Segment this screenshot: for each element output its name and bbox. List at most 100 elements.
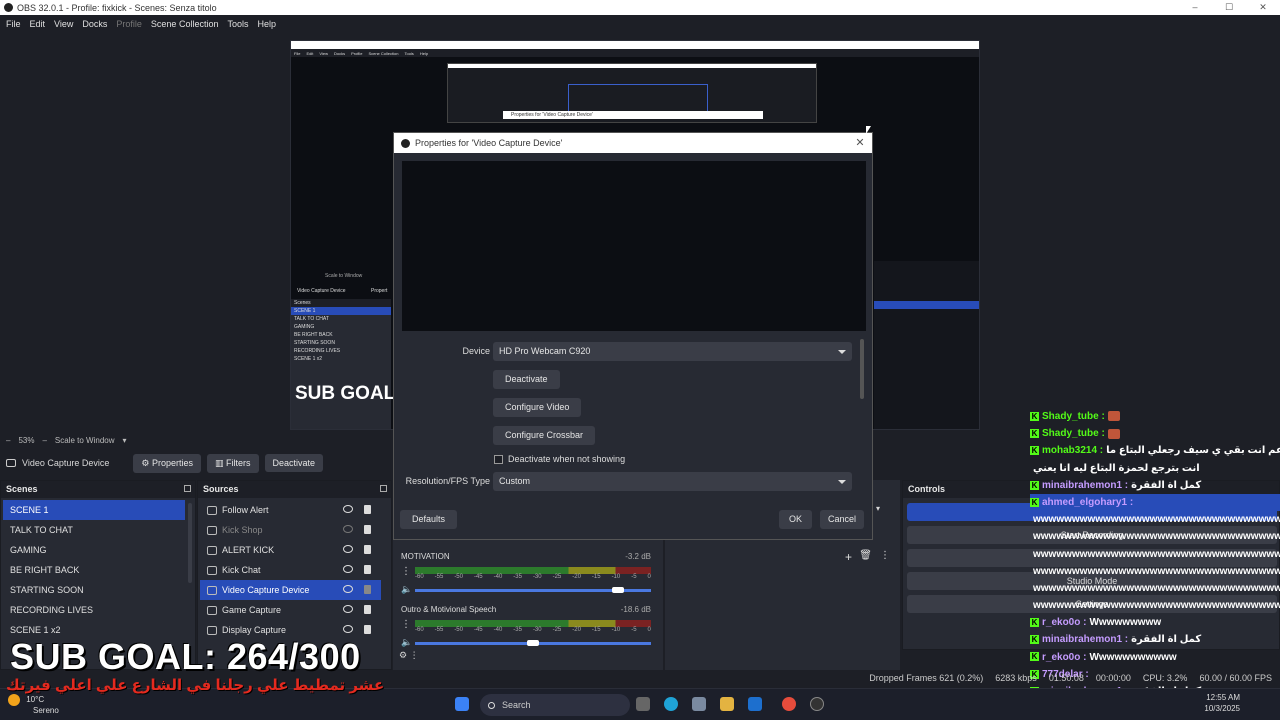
eye-icon[interactable] <box>343 605 353 613</box>
task-view-icon[interactable] <box>636 697 650 711</box>
meter-ticks: -60 -55 -50 -45 -40 -35 -30 -25 -20 -15 -10 -5 0 <box>415 574 651 580</box>
deactivate-button[interactable]: Deactivate <box>493 370 560 389</box>
maximize-button[interactable]: ☐ <box>1212 0 1246 15</box>
menu-tools[interactable]: Tools <box>227 19 248 29</box>
ok-button[interactable]: OK <box>779 510 813 529</box>
deactivate-when-hidden-checkbox[interactable]: Deactivate when not showing <box>494 454 625 465</box>
gear-icon <box>207 506 217 516</box>
volume-slider-knob[interactable] <box>612 587 625 593</box>
source-item[interactable]: Video Capture Device <box>200 580 381 600</box>
meter-ticks: -60 -55 -50 -45 -40 -35 -30 -25 -20 -15 -10 -5 0 <box>415 627 651 633</box>
scenes-scrollbar[interactable] <box>188 503 192 583</box>
lock-icon[interactable] <box>364 545 371 554</box>
eye-icon[interactable] <box>343 545 353 553</box>
dialog-title: Properties for 'Video Capture Device' <box>415 138 563 148</box>
lock-icon[interactable] <box>364 565 371 574</box>
eye-icon[interactable] <box>343 585 353 593</box>
trash-icon[interactable]: 🗑 <box>859 550 872 561</box>
mini-menu: File Edit View Docks Profile Scene Colle… <box>291 49 979 57</box>
chat-username: r_eko0o : <box>1042 617 1087 629</box>
gamepad-icon <box>207 606 217 616</box>
deactivate-source-button[interactable]: Deactivate <box>264 454 324 472</box>
filters-button[interactable]: ▥ Filters <box>207 453 259 473</box>
volume-slider-knob[interactable] <box>527 640 539 646</box>
source-item[interactable]: Game Capture <box>200 600 381 620</box>
zoom-mode[interactable]: Scale to Window <box>55 436 115 445</box>
kebab-menu-icon[interactable]: ⋮ <box>401 566 411 577</box>
source-item[interactable]: Follow Alert <box>200 500 381 520</box>
weather-widget[interactable]: 10°C Sereno <box>8 694 59 715</box>
scene-item[interactable]: TALK TO CHAT <box>3 520 185 540</box>
dialog-scrollbar[interactable] <box>860 339 864 399</box>
menu-help[interactable]: Help <box>257 19 276 29</box>
scene-item[interactable]: BE RIGHT BACK <box>3 560 185 580</box>
menu-profile[interactable]: Profile <box>116 19 142 29</box>
defaults-button[interactable]: Defaults <box>400 510 458 529</box>
chat-text: wwwwwwwwwwwwwwwwwwwwwwwwwwwwwwww <box>1033 531 1280 543</box>
gear-icon <box>207 546 217 556</box>
scene-item[interactable]: GAMING <box>3 540 185 560</box>
eye-icon[interactable] <box>343 625 353 633</box>
speaker-icon[interactable]: 🔈 <box>401 584 412 595</box>
taskbar-clock[interactable]: 12:55 AM 10/3/2025 <box>1204 692 1240 714</box>
add-icon[interactable]: + <box>845 550 852 564</box>
source-item[interactable]: ALERT KICK <box>200 540 381 560</box>
chat-message: wwwwwwwwwwwwwwwwwwwwwwwwwwwwwwww <box>1030 546 1280 563</box>
source-item[interactable]: Kick Chat <box>200 560 381 580</box>
cancel-button[interactable]: Cancel <box>820 510 865 529</box>
undock-icon[interactable] <box>380 485 387 492</box>
checkbox-box[interactable] <box>494 455 503 465</box>
menu-view[interactable]: View <box>54 19 73 29</box>
chrome-icon[interactable] <box>782 697 796 711</box>
explorer-icon[interactable] <box>720 697 734 711</box>
zoom-minus-button[interactable]: – <box>6 436 10 445</box>
properties-button[interactable]: ⚙ Properties <box>133 453 201 473</box>
lock-icon[interactable] <box>364 505 371 514</box>
scene-item[interactable]: RECORDING LIVES <box>3 600 185 620</box>
configure-video-button[interactable]: Configure Video <box>493 398 582 417</box>
close-icon[interactable]: ✕ <box>854 137 866 149</box>
outlook-icon[interactable] <box>748 697 762 711</box>
mixer-settings-gear-icon[interactable]: ⚙ ⋮ <box>399 650 419 661</box>
undock-icon[interactable] <box>184 485 191 492</box>
eye-icon[interactable] <box>343 505 353 513</box>
resolution-select[interactable]: Custom <box>493 472 852 491</box>
configure-crossbar-button[interactable]: Configure Crossbar <box>493 426 596 445</box>
scene-item[interactable]: STARTING SOON <box>3 580 185 600</box>
chevron-down-icon[interactable]: ▾ <box>123 436 127 445</box>
windows-start-icon[interactable] <box>455 697 469 711</box>
status-bar: Dropped Frames 621 (0.2%) 6283 kbps 01:5… <box>660 668 1280 688</box>
zoom-plus-button[interactable]: – <box>42 436 46 445</box>
lock-icon[interactable] <box>364 585 371 594</box>
device-select[interactable]: HD Pro Webcam C920 <box>493 342 852 361</box>
lock-icon[interactable] <box>364 605 371 614</box>
speaker-icon[interactable]: 🔈 <box>401 637 412 648</box>
minimize-button[interactable]: – <box>1178 0 1212 15</box>
volume-slider[interactable] <box>415 640 651 646</box>
volume-slider[interactable] <box>415 587 651 593</box>
menu-scene-collection[interactable]: Scene Collection <box>151 19 219 29</box>
menu-docks[interactable]: Docks <box>82 19 107 29</box>
menu-edit[interactable]: Edit <box>30 19 46 29</box>
kebab-menu-icon[interactable]: ⋮ <box>880 550 890 561</box>
source-item[interactable]: Kick Shop <box>200 520 381 540</box>
taskbar-search[interactable]: Search <box>480 694 630 716</box>
eye-icon[interactable] <box>343 565 353 573</box>
edge-icon[interactable] <box>664 697 678 711</box>
obs-taskbar-icon[interactable] <box>810 697 824 711</box>
chat-message: Kahmed_elgohary1 : <box>1030 493 1280 512</box>
store-icon[interactable] <box>692 697 706 711</box>
chat-message: Kmohab3214 :ي عم انت بقي ي سيف رجعلي الب… <box>1030 442 1280 459</box>
chevron-down-icon[interactable]: ▾ <box>876 504 888 516</box>
eye-hidden-icon[interactable] <box>343 525 353 533</box>
lock-icon[interactable] <box>364 625 371 634</box>
meter-tick: -20 <box>572 574 581 580</box>
kebab-menu-icon[interactable]: ⋮ <box>401 619 411 630</box>
zoom-percent[interactable]: 53% <box>18 436 34 445</box>
emote-icon <box>1107 411 1120 422</box>
close-window-button[interactable]: ✕ <box>1246 0 1280 15</box>
lock-icon[interactable] <box>364 525 371 534</box>
scene-item[interactable]: SCENE 1 <box>3 500 185 520</box>
menu-file[interactable]: File <box>6 19 21 29</box>
chat-message: wwwwwwwwwwwwwwwwwwwwwwwwwwwwwwww <box>1030 511 1280 528</box>
